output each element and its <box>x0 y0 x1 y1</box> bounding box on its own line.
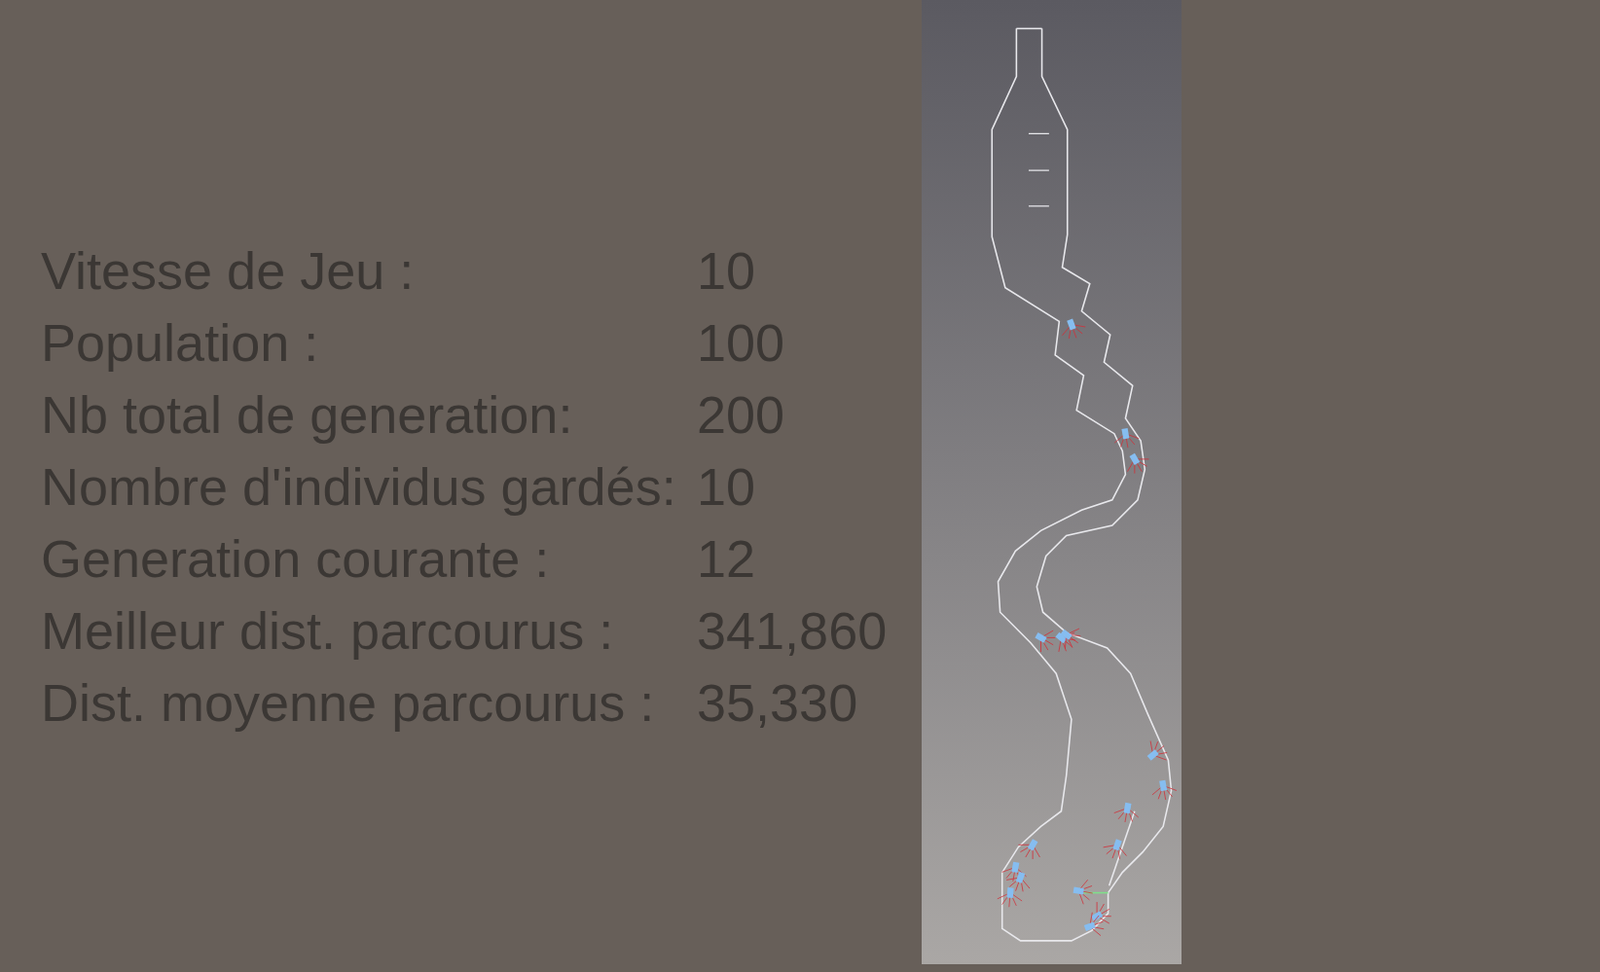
stat-value: 35,330 <box>696 666 922 739</box>
stat-value: 10 <box>696 450 922 523</box>
right-background <box>1181 0 1600 972</box>
stat-label: Meilleur dist. parcourus : <box>40 594 697 667</box>
stat-label: Nombre d'individus gardés: <box>40 450 697 523</box>
stat-label: Generation courante : <box>40 522 697 595</box>
stat-label: Population : <box>40 306 697 379</box>
stats-panel: Vitesse de Jeu :10Population :100Nb tota… <box>0 0 922 972</box>
game-view <box>921 0 1182 965</box>
stat-value: 100 <box>696 306 922 379</box>
stat-value: 200 <box>696 378 922 451</box>
stat-label: Nb total de generation: <box>40 378 697 451</box>
stat-label: Dist. moyenne parcourus : <box>40 666 697 739</box>
stat-value: 341,860 <box>696 594 922 667</box>
stat-value: 12 <box>696 522 922 595</box>
stat-label: Vitesse de Jeu : <box>40 234 697 307</box>
stat-value: 10 <box>696 234 922 307</box>
track-drawing-icon <box>921 0 1182 965</box>
game-screen: Vitesse de Jeu :10Population :100Nb tota… <box>0 0 1600 972</box>
